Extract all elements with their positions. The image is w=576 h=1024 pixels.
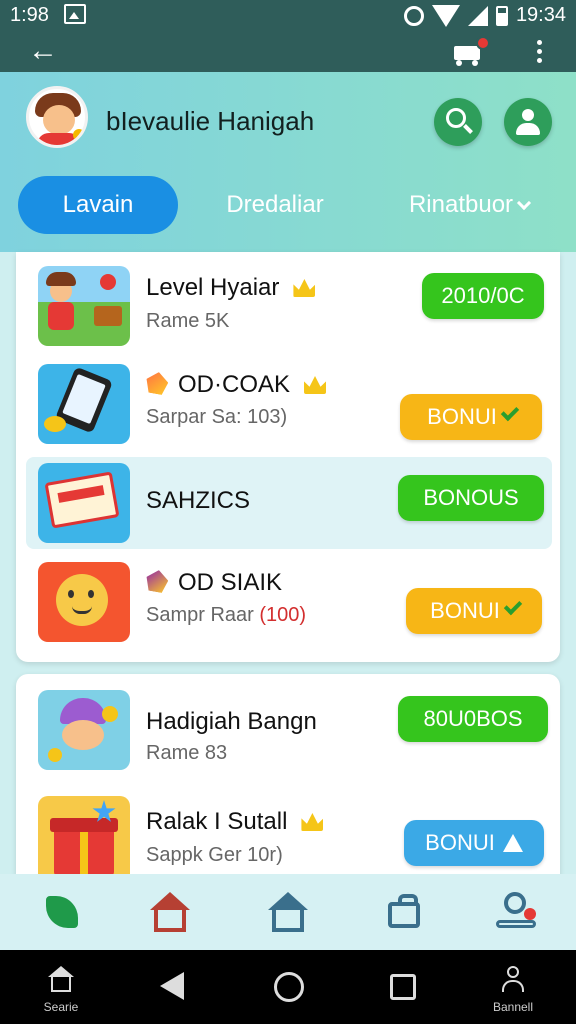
nav-location[interactable] bbox=[494, 890, 538, 934]
item-subtitle: Rame 83 bbox=[146, 742, 228, 764]
status-clock: 19:34 bbox=[515, 4, 566, 26]
item-action-button[interactable]: BONUI bbox=[400, 394, 542, 440]
tab-rinatbuor[interactable]: Rinatbuor bbox=[384, 176, 554, 234]
item-title: Ralak I Sutall bbox=[146, 808, 288, 835]
battery-icon bbox=[495, 5, 508, 26]
gem-icon bbox=[144, 370, 169, 395]
nav-home-red[interactable] bbox=[148, 890, 192, 934]
status-bar: 1:98 19:34 bbox=[0, 0, 576, 32]
system-right-label: Bannell bbox=[492, 1000, 534, 1014]
status-time: 1:98 bbox=[10, 4, 49, 26]
user-name: bIevaulie Hanigah bbox=[106, 106, 315, 136]
location-icon bbox=[504, 892, 526, 914]
system-back-icon[interactable] bbox=[160, 972, 184, 1000]
nav-bag[interactable] bbox=[382, 890, 426, 934]
item-title: OD SIAIK bbox=[178, 569, 283, 596]
item-action-button[interactable]: BONUI bbox=[404, 820, 544, 866]
item-action-button[interactable]: 80U0BOS bbox=[398, 696, 548, 742]
button-label: BONUI bbox=[425, 830, 495, 855]
rewards-card-1: Level Hyaiar Rame 5K 2010/0C OD·COAK Sar… bbox=[16, 252, 560, 662]
tab-dredaliar[interactable]: Dredaliar bbox=[210, 176, 340, 234]
check-icon bbox=[503, 596, 523, 616]
item-subtitle: Sampr Raar bbox=[146, 604, 260, 626]
button-label: BONUI bbox=[430, 598, 500, 623]
nav-leaf[interactable] bbox=[40, 890, 84, 934]
home-shortcut-icon[interactable] bbox=[48, 966, 74, 992]
item-action-button[interactable]: 2010/0C bbox=[422, 273, 544, 319]
back-arrow-icon[interactable]: ← bbox=[28, 36, 60, 66]
game-thumbnail bbox=[38, 796, 130, 886]
gallery-icon bbox=[64, 4, 86, 24]
gem-icon bbox=[144, 568, 169, 593]
signal-icon bbox=[467, 5, 488, 26]
crown-icon bbox=[301, 813, 324, 831]
check-icon bbox=[500, 402, 520, 422]
bottom-navigation bbox=[0, 874, 576, 950]
upload-icon bbox=[502, 834, 523, 852]
item-action-button[interactable]: BONUI bbox=[406, 588, 542, 634]
search-button[interactable] bbox=[434, 98, 482, 146]
item-subtitle: Rame 5K bbox=[146, 310, 230, 332]
status-icons: 19:34 bbox=[403, 4, 566, 27]
more-options-icon[interactable] bbox=[534, 40, 544, 66]
system-home-icon[interactable] bbox=[274, 972, 304, 1002]
game-thumbnail bbox=[38, 690, 130, 770]
item-subtitle: Sarpar Sa: 103) bbox=[146, 406, 288, 428]
tab-label: Rinatbuor bbox=[408, 191, 514, 218]
bag-icon bbox=[388, 894, 420, 928]
nav-home[interactable] bbox=[266, 890, 310, 934]
system-navigation-bar: Searie Bannell bbox=[0, 950, 576, 1024]
crown-icon bbox=[293, 279, 316, 297]
system-recents-icon[interactable] bbox=[390, 974, 416, 1000]
game-thumbnail bbox=[38, 266, 130, 346]
item-title: Hadigiah Bangn bbox=[146, 708, 317, 735]
wifi-icon bbox=[431, 4, 460, 27]
item-action-button[interactable]: BONOUS bbox=[398, 475, 544, 521]
chevron-down-icon bbox=[516, 195, 532, 211]
list-item[interactable]: Hadigiah Bangn Rame 83 80U0BOS bbox=[16, 686, 560, 782]
item-subtitle: Sappk Ger 10r) bbox=[146, 844, 283, 866]
item-subtitle-count: (100) bbox=[259, 604, 307, 626]
add-friend-button[interactable] bbox=[504, 98, 552, 146]
cart-icon[interactable] bbox=[450, 36, 490, 66]
button-label: BONUI bbox=[427, 404, 497, 429]
crown-icon bbox=[304, 376, 327, 394]
system-left-label: Searie bbox=[43, 1000, 79, 1014]
tab-lavain[interactable]: Lavain bbox=[18, 176, 178, 234]
person-icon bbox=[522, 109, 534, 121]
item-title: Level Hyaiar bbox=[146, 274, 280, 301]
list-item[interactable]: OD·COAK Sarpar Sa: 103) BONUI bbox=[16, 360, 560, 456]
toolbar: ← bbox=[0, 32, 576, 72]
profile-header: bIevaulie Hanigah Lavain Dredaliar Rinat… bbox=[0, 72, 576, 252]
list-item-selected[interactable]: SAHZICS BONOUS bbox=[26, 457, 552, 549]
item-title: SAHZICS bbox=[146, 487, 251, 514]
list-item[interactable]: Level Hyaiar Rame 5K 2010/0C bbox=[16, 264, 560, 360]
notification-badge bbox=[476, 36, 490, 50]
leaf-icon bbox=[46, 896, 78, 928]
account-icon[interactable] bbox=[500, 966, 526, 992]
game-thumbnail bbox=[38, 463, 130, 543]
list-item[interactable]: OD SIAIK Sampr Raar (100) BONUI bbox=[16, 558, 560, 654]
avatar[interactable] bbox=[26, 86, 88, 148]
game-thumbnail bbox=[38, 364, 130, 444]
alarm-icon bbox=[403, 5, 424, 26]
item-title: OD·COAK bbox=[178, 371, 291, 398]
game-thumbnail bbox=[38, 562, 130, 642]
